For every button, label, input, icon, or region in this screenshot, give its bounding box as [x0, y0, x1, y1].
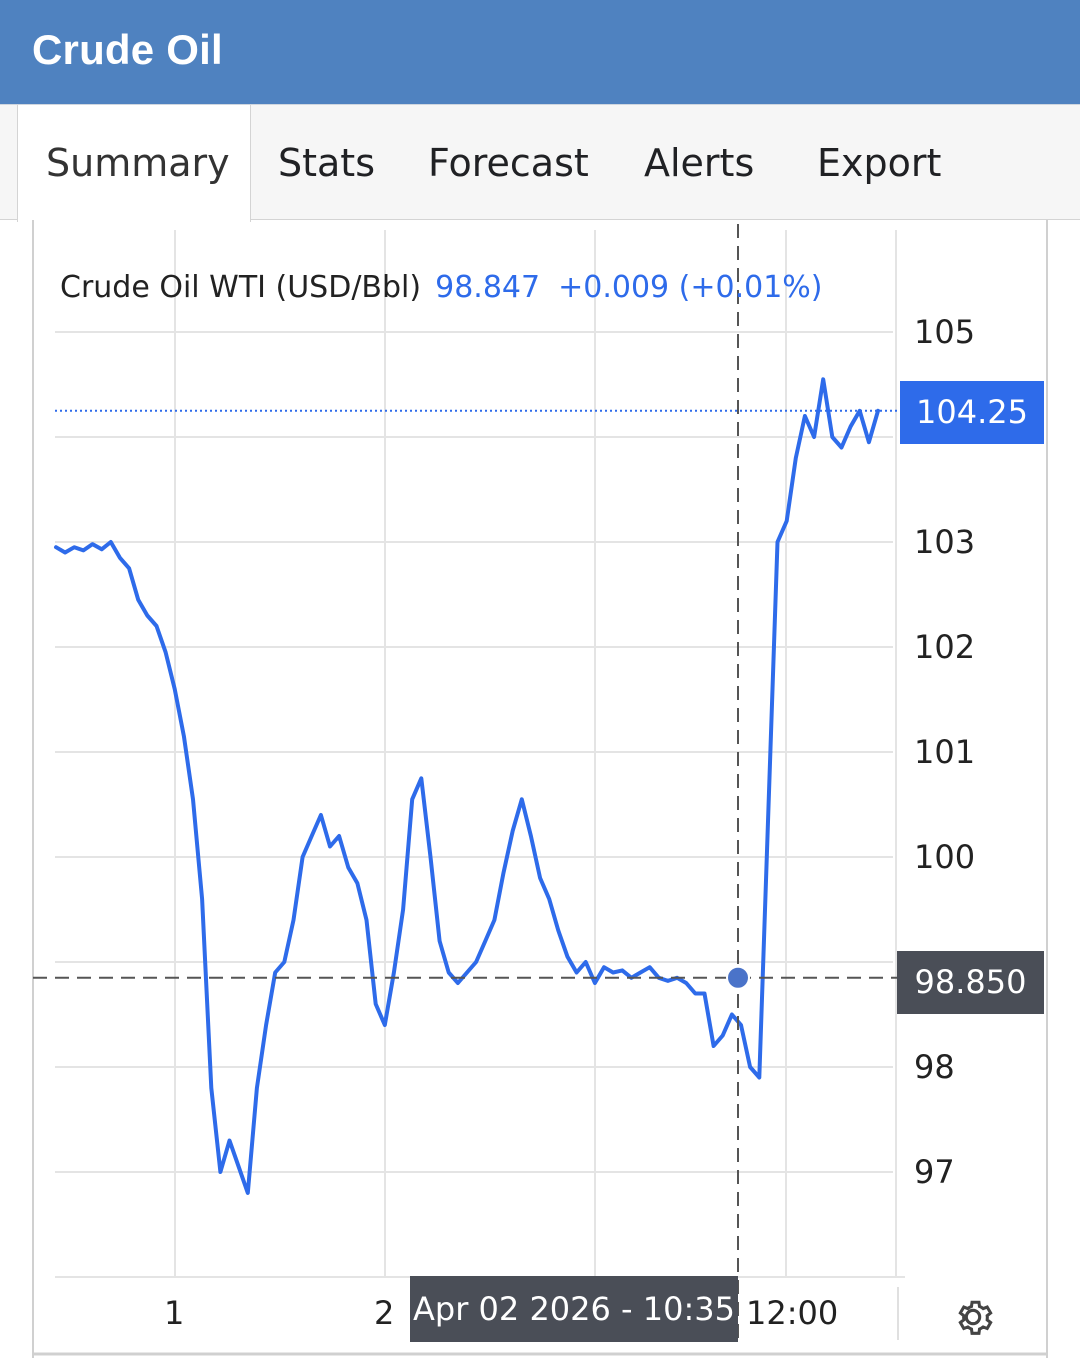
y-tick-label: 100: [914, 838, 976, 876]
chart-legend: Crude Oil WTI (USD/Bbl) 98.847 +0.009 (+0.…: [60, 270, 823, 305]
last-price-badge: 104.25: [900, 381, 1044, 444]
gear-icon[interactable]: [950, 1294, 996, 1340]
y-tick-label: 101: [914, 733, 976, 771]
price-series-line: [54, 377, 880, 1195]
crosshair-point: [726, 965, 750, 990]
x-tick-label: 12:00: [746, 1294, 839, 1332]
x-tick-label: 2: [374, 1294, 395, 1332]
x-tick-label: 1: [164, 1294, 185, 1332]
y-tick-label: 103: [914, 523, 976, 561]
legend-value: 98.847: [435, 270, 541, 305]
legend-change: +0.009 (+0.01%): [558, 270, 823, 305]
y-tick-label: 105: [914, 313, 976, 351]
y-tick-label: 102: [914, 628, 976, 666]
y-tick-label: 98: [914, 1048, 955, 1086]
legend-series-name: Crude Oil WTI (USD/Bbl): [60, 270, 422, 305]
crosshair-time-badge: Apr 02 2026 - 10:35: [410, 1276, 738, 1342]
crosshair-price-badge: 98.850: [897, 951, 1044, 1014]
y-tick-label: 97: [914, 1153, 955, 1191]
